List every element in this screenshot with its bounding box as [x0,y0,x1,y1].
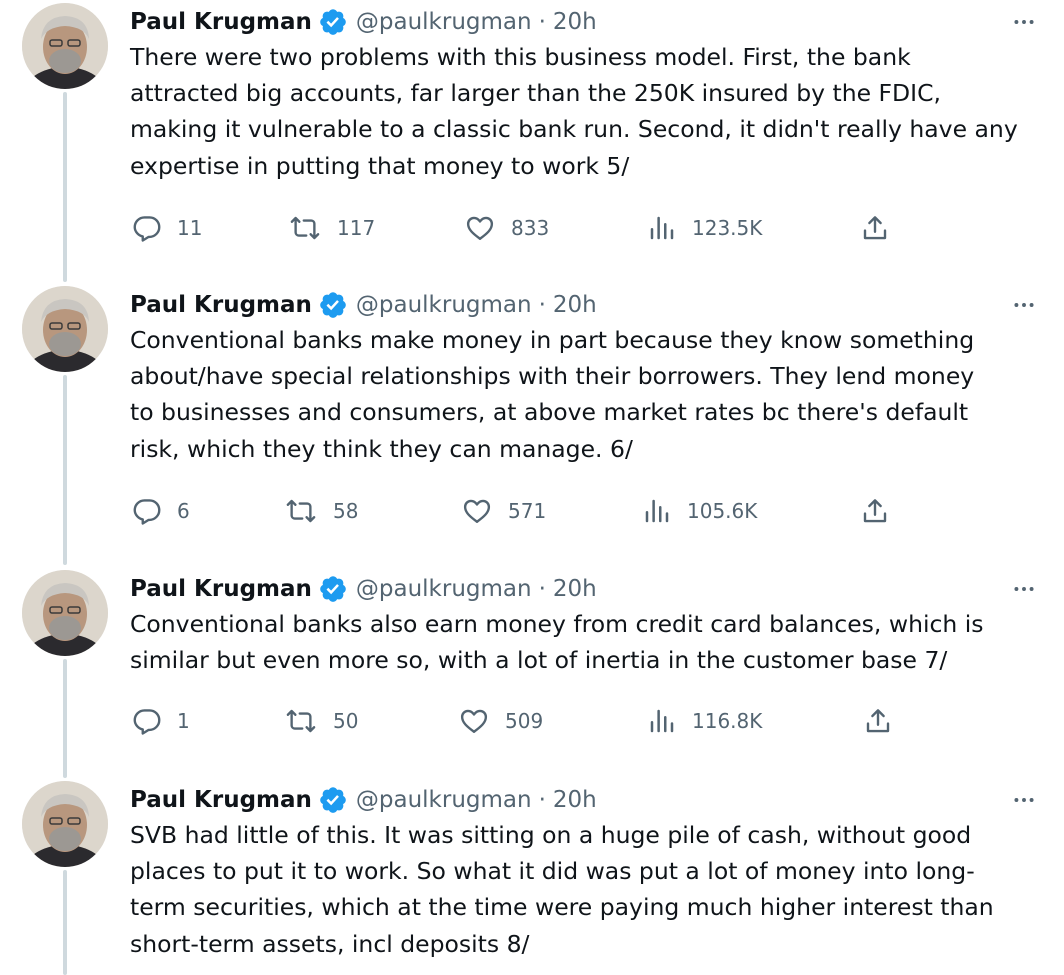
author-handle[interactable]: @paulkrugman [356,576,532,602]
like-button[interactable]: 571 [461,491,546,531]
tweet-text: Conventional banks make money in part be… [130,326,975,463]
tweet-text: SVB had little of this. It was sitting o… [130,821,994,958]
reply-count: 1 [177,709,190,733]
reply-button[interactable]: 6 [132,491,190,531]
separator: · [538,576,546,602]
tweet-4[interactable]: Paul Krugman @paulkrugman · 20h SVB had … [0,778,1064,975]
separator: · [538,787,546,813]
author-name[interactable]: Paul Krugman [130,9,312,35]
action-bar: 11 117 833 123.5K [130,208,910,248]
thread-line [63,375,67,565]
reply-button[interactable]: 11 [132,208,202,248]
like-icon [458,706,490,736]
reply-count: 6 [177,499,190,523]
author-handle[interactable]: @paulkrugman [356,9,532,35]
tweet-header: Paul Krugman @paulkrugman · 20h [130,6,597,38]
tweet-3[interactable]: Paul Krugman @paulkrugman · 20h Conventi… [0,567,1064,778]
retweet-button[interactable]: 50 [284,701,358,741]
reply-icon [132,213,162,243]
avatar[interactable] [22,570,108,656]
action-bar: 1 50 509 116.8K [130,701,910,741]
views-count: 123.5K [692,216,763,240]
share-icon [860,496,890,526]
separator: · [538,9,546,35]
timestamp[interactable]: 20h [553,576,597,602]
author-name[interactable]: Paul Krugman [130,787,312,813]
tweet-text: There were two problems with this busine… [130,43,1018,180]
action-bar: 6 58 571 105.6K [130,491,910,531]
more-icon[interactable] [1006,4,1042,40]
like-count: 571 [508,499,547,523]
timestamp[interactable]: 20h [553,9,597,35]
retweet-icon [284,496,318,526]
share-icon [860,213,890,243]
share-button[interactable] [860,491,890,531]
share-button[interactable] [860,208,890,248]
views-button[interactable]: 116.8K [647,701,762,741]
retweet-button[interactable]: 58 [284,491,358,531]
tweet-text: Conventional banks also earn money from … [130,610,984,675]
retweet-icon [284,706,318,736]
thread-line [63,659,67,778]
more-icon[interactable] [1006,782,1042,818]
views-icon [642,496,672,526]
retweet-count: 58 [333,499,359,523]
like-button[interactable]: 833 [464,208,549,248]
author-handle[interactable]: @paulkrugman [356,787,532,813]
views-icon [647,213,677,243]
views-count: 116.8K [692,709,763,733]
author-name[interactable]: Paul Krugman [130,292,312,318]
verified-badge-icon [318,290,348,320]
retweet-button[interactable]: 117 [288,208,375,248]
reply-icon [132,496,162,526]
views-button[interactable]: 105.6K [642,491,757,531]
like-icon [461,496,493,526]
more-icon[interactable] [1006,571,1042,607]
thread-line [63,92,67,282]
author-handle[interactable]: @paulkrugman [356,292,532,318]
tweet-1[interactable]: Paul Krugman @paulkrugman · 20h There we… [0,0,1064,282]
timestamp[interactable]: 20h [553,292,597,318]
avatar[interactable] [22,3,108,89]
like-icon [464,213,496,243]
tweet-header: Paul Krugman @paulkrugman · 20h [130,784,597,816]
retweet-count: 50 [333,709,359,733]
avatar[interactable] [22,781,108,867]
share-button[interactable] [863,701,893,741]
reply-icon [132,706,162,736]
avatar[interactable] [22,286,108,372]
verified-badge-icon [318,574,348,604]
tweet-2[interactable]: Paul Krugman @paulkrugman · 20h Conventi… [0,283,1064,565]
retweet-icon [288,213,322,243]
tweet-header: Paul Krugman @paulkrugman · 20h [130,573,597,605]
like-count: 509 [505,709,544,733]
separator: · [538,292,546,318]
reply-button[interactable]: 1 [132,701,190,741]
verified-badge-icon [318,7,348,37]
author-name[interactable]: Paul Krugman [130,576,312,602]
more-icon[interactable] [1006,287,1042,323]
share-icon [863,706,893,736]
tweet-header: Paul Krugman @paulkrugman · 20h [130,289,597,321]
reply-count: 11 [177,216,203,240]
timestamp[interactable]: 20h [553,787,597,813]
like-count: 833 [511,216,550,240]
views-button[interactable]: 123.5K [647,208,762,248]
retweet-count: 117 [337,216,376,240]
verified-badge-icon [318,785,348,815]
thread-line [63,870,67,975]
views-icon [647,706,677,736]
like-button[interactable]: 509 [458,701,543,741]
views-count: 105.6K [687,499,758,523]
